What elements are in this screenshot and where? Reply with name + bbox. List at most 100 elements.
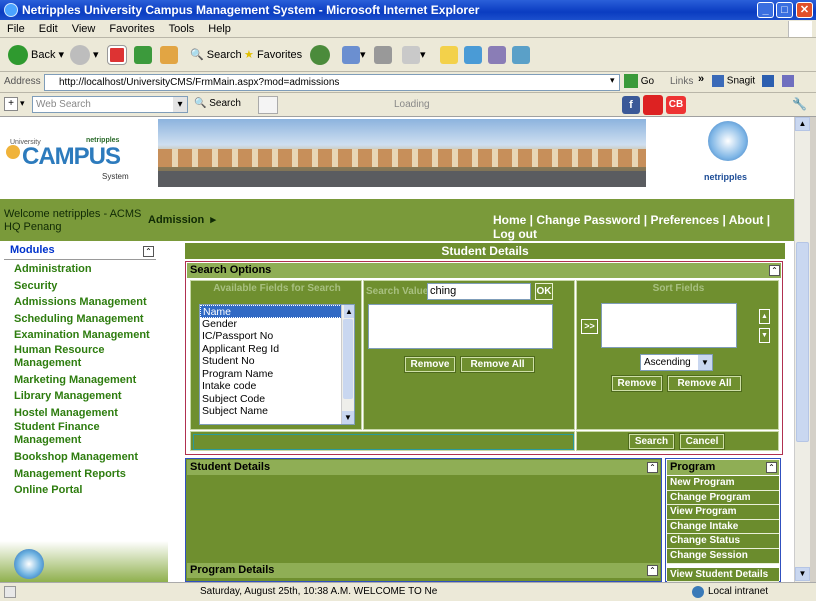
chevron-right-icon[interactable]: » <box>698 73 704 85</box>
student-details-collapse-icon[interactable]: ⌃ <box>647 462 658 473</box>
messenger-button[interactable] <box>464 44 482 66</box>
module-admissions[interactable]: Admissions Management <box>0 294 168 311</box>
module-security[interactable]: Security <box>0 278 168 295</box>
cb-icon[interactable]: CB <box>666 96 686 114</box>
field-option-selected[interactable]: Name <box>200 305 354 318</box>
sort-order-select[interactable]: Ascending ▼ <box>640 354 713 371</box>
program-panel-collapse-icon[interactable]: ⌃ <box>766 462 777 473</box>
field-option[interactable]: Student No <box>200 355 354 368</box>
modules-collapse-icon[interactable]: ⌃ <box>143 246 154 257</box>
search-button[interactable]: 🔍 Search <box>190 44 242 66</box>
search-criteria-list[interactable] <box>368 304 553 349</box>
nav-about-link[interactable]: About <box>729 213 764 227</box>
module-bookshop[interactable]: Bookshop Management <box>0 449 168 466</box>
field-option[interactable]: Subject Code <box>200 393 354 406</box>
address-dropdown-icon[interactable]: ▾ <box>610 75 615 86</box>
scroll-down-icon[interactable]: ▼ <box>342 411 354 424</box>
view-student-details-link[interactable]: View Student Details <box>667 567 779 582</box>
program-details-collapse-icon[interactable]: ⌃ <box>647 565 658 576</box>
wrench-icon[interactable]: 🔧 <box>792 97 807 111</box>
minimize-button[interactable]: _ <box>757 2 774 18</box>
menu-file[interactable]: File <box>0 20 32 38</box>
menu-favorites[interactable]: Favorites <box>102 20 161 38</box>
module-scheduling[interactable]: Scheduling Management <box>0 311 168 328</box>
highlight-icon[interactable] <box>258 96 278 114</box>
nav-home-link[interactable]: Home <box>493 213 526 227</box>
maximize-button[interactable]: □ <box>776 2 793 18</box>
capture-icon[interactable] <box>762 75 774 87</box>
module-student-finance[interactable]: Student Finance <box>0 421 168 434</box>
module-marketing[interactable]: Marketing Management <box>0 372 168 389</box>
snagit-button[interactable]: Snagit <box>712 75 755 87</box>
stop-button[interactable] <box>107 44 127 66</box>
nav-preferences-link[interactable]: Preferences <box>650 213 719 227</box>
change-status-link[interactable]: Change Status <box>667 534 779 549</box>
change-intake-link[interactable]: Change Intake <box>667 519 779 535</box>
scroll-thumb[interactable] <box>343 319 353 399</box>
cancel-button[interactable]: Cancel <box>679 433 725 450</box>
module-library[interactable]: Library Management <box>0 388 168 405</box>
toolbar-dropdown-icon[interactable]: ▾ <box>20 98 25 109</box>
new-program-link[interactable]: New Program <box>667 476 779 491</box>
module-student-finance-line2[interactable]: Management <box>0 434 168 449</box>
research-button[interactable] <box>488 44 506 66</box>
page-scroll-down-icon[interactable]: ▼ <box>795 567 810 581</box>
search-options-collapse-icon[interactable]: ⌃ <box>769 265 780 276</box>
home-button[interactable] <box>160 44 178 66</box>
page-scroll-up-icon[interactable]: ▲ <box>795 117 810 131</box>
module-online-portal[interactable]: Online Portal <box>0 482 168 499</box>
available-fields-list[interactable]: Name Gender IC/Passport No Applicant Reg… <box>199 304 355 425</box>
address-input[interactable]: http://localhost/UniversityCMS/FrmMain.a… <box>44 74 620 91</box>
discuss-button[interactable] <box>440 44 458 66</box>
remove-all-sort-button[interactable]: Remove All <box>667 375 742 392</box>
favorites-button[interactable]: ★ Favorites <box>244 44 302 66</box>
section-label[interactable]: Admission ▸ <box>148 213 216 226</box>
scroll-up-icon[interactable]: ▲ <box>344 305 354 318</box>
fields-scrollbar[interactable]: ▲ ▼ <box>341 305 354 424</box>
page-scrollbar[interactable]: ▲ ▼ <box>794 117 810 582</box>
ok-button[interactable]: OK <box>535 283 553 300</box>
module-human-resource[interactable]: Human Resource <box>0 344 168 357</box>
web-search-dropdown-icon[interactable]: ▾ <box>173 97 187 112</box>
nav-change-password-link[interactable]: Change Password <box>536 213 640 227</box>
facebook-icon[interactable]: f <box>622 96 640 114</box>
move-to-sort-button[interactable]: >> <box>581 319 598 334</box>
remove-all-criteria-button[interactable]: Remove All <box>460 356 535 373</box>
module-reports[interactable]: Management Reports <box>0 466 168 483</box>
sort-order-dropdown-icon[interactable]: ▼ <box>698 355 712 370</box>
change-program-link[interactable]: Change Program <box>667 490 779 506</box>
nav-logout-link[interactable]: Log out <box>493 227 537 241</box>
sort-move-up-icon[interactable]: ▲ <box>759 309 770 324</box>
search-value-input[interactable]: ching <box>427 283 531 300</box>
print-button[interactable] <box>374 44 392 66</box>
close-button[interactable]: ✕ <box>796 2 813 18</box>
tools-button[interactable] <box>512 44 530 66</box>
search-button-main[interactable]: Search <box>628 433 675 450</box>
remove-sort-button[interactable]: Remove <box>611 375 663 392</box>
refresh-button[interactable] <box>134 44 152 66</box>
menu-tools[interactable]: Tools <box>162 20 202 38</box>
sort-move-down-icon[interactable]: ▼ <box>759 328 770 343</box>
module-hostel[interactable]: Hostel Management <box>0 405 168 422</box>
window-capture-icon[interactable] <box>782 75 794 87</box>
back-button[interactable]: Back ▾ <box>8 44 64 66</box>
links-label[interactable]: Links <box>670 76 693 87</box>
menu-view[interactable]: View <box>65 20 103 38</box>
play-icon[interactable] <box>643 95 663 115</box>
web-search-input[interactable]: Web Search ▾ <box>32 96 188 113</box>
field-option[interactable]: Subject Name <box>200 405 354 418</box>
page-scroll-thumb[interactable] <box>796 242 809 442</box>
web-search-button[interactable]: 🔍 Search <box>194 98 241 109</box>
remove-criteria-button[interactable]: Remove <box>404 356 456 373</box>
history-button[interactable] <box>310 44 333 66</box>
toolbar-options-icon[interactable]: + <box>4 97 18 111</box>
module-human-resource-line2[interactable]: Management <box>0 357 168 372</box>
module-examination[interactable]: Examination Management <box>0 327 168 344</box>
field-option[interactable]: IC/Passport No <box>200 330 354 343</box>
edit-button[interactable]: ▾ <box>402 44 426 66</box>
module-administration[interactable]: Administration <box>0 261 168 278</box>
menu-edit[interactable]: Edit <box>32 20 65 38</box>
forward-button[interactable]: ▾ <box>70 44 99 66</box>
view-program-link[interactable]: View Program <box>667 505 779 520</box>
go-button[interactable]: Go <box>624 74 654 91</box>
